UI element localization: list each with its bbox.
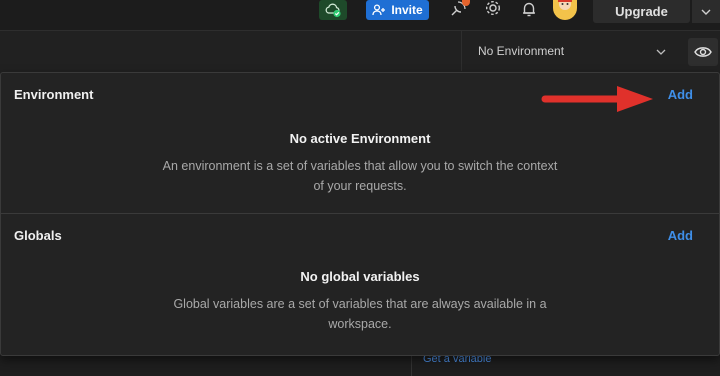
annotation-arrow-icon <box>541 86 653 112</box>
sync-status-button[interactable] <box>319 0 347 20</box>
environment-empty-description: An environment is a set of variables tha… <box>162 159 558 193</box>
environment-section-title: Environment <box>14 87 94 102</box>
avatar[interactable] <box>553 0 577 20</box>
environment-quick-look-panel: Environment Add No active Environment An… <box>0 72 720 356</box>
chevron-down-icon <box>701 9 711 15</box>
eye-icon <box>694 47 712 57</box>
add-environment-button[interactable]: Add <box>668 87 693 102</box>
environment-selector[interactable]: No Environment <box>461 31 686 71</box>
globals-section: Globals Add No global variables Global v… <box>1 213 719 356</box>
add-global-button[interactable]: Add <box>668 228 693 243</box>
environment-selector-value: No Environment <box>478 44 565 58</box>
environment-section: Environment Add No active Environment An… <box>1 73 719 213</box>
top-bar: Invite Upgrade <box>0 0 720 31</box>
invite-button[interactable]: Invite <box>366 0 429 20</box>
cloud-check-icon <box>325 3 341 18</box>
upgrade-menu-button[interactable] <box>692 0 720 23</box>
add-user-icon <box>372 4 386 16</box>
invite-label: Invite <box>391 3 423 17</box>
environment-quick-look-button[interactable] <box>688 38 718 66</box>
globals-section-title: Globals <box>14 228 62 243</box>
notification-dot <box>462 0 470 6</box>
upgrade-button[interactable]: Upgrade <box>593 0 690 23</box>
environment-empty-title: No active Environment <box>289 131 431 146</box>
workspace-toolbar <box>0 31 460 73</box>
bell-icon[interactable] <box>520 0 538 18</box>
chevron-down-icon <box>656 49 666 55</box>
globals-empty-title: No global variables <box>300 269 420 284</box>
upgrade-label: Upgrade <box>615 4 668 19</box>
gear-icon[interactable] <box>484 0 502 18</box>
globals-empty-description: Global variables are a set of variables … <box>173 297 547 331</box>
